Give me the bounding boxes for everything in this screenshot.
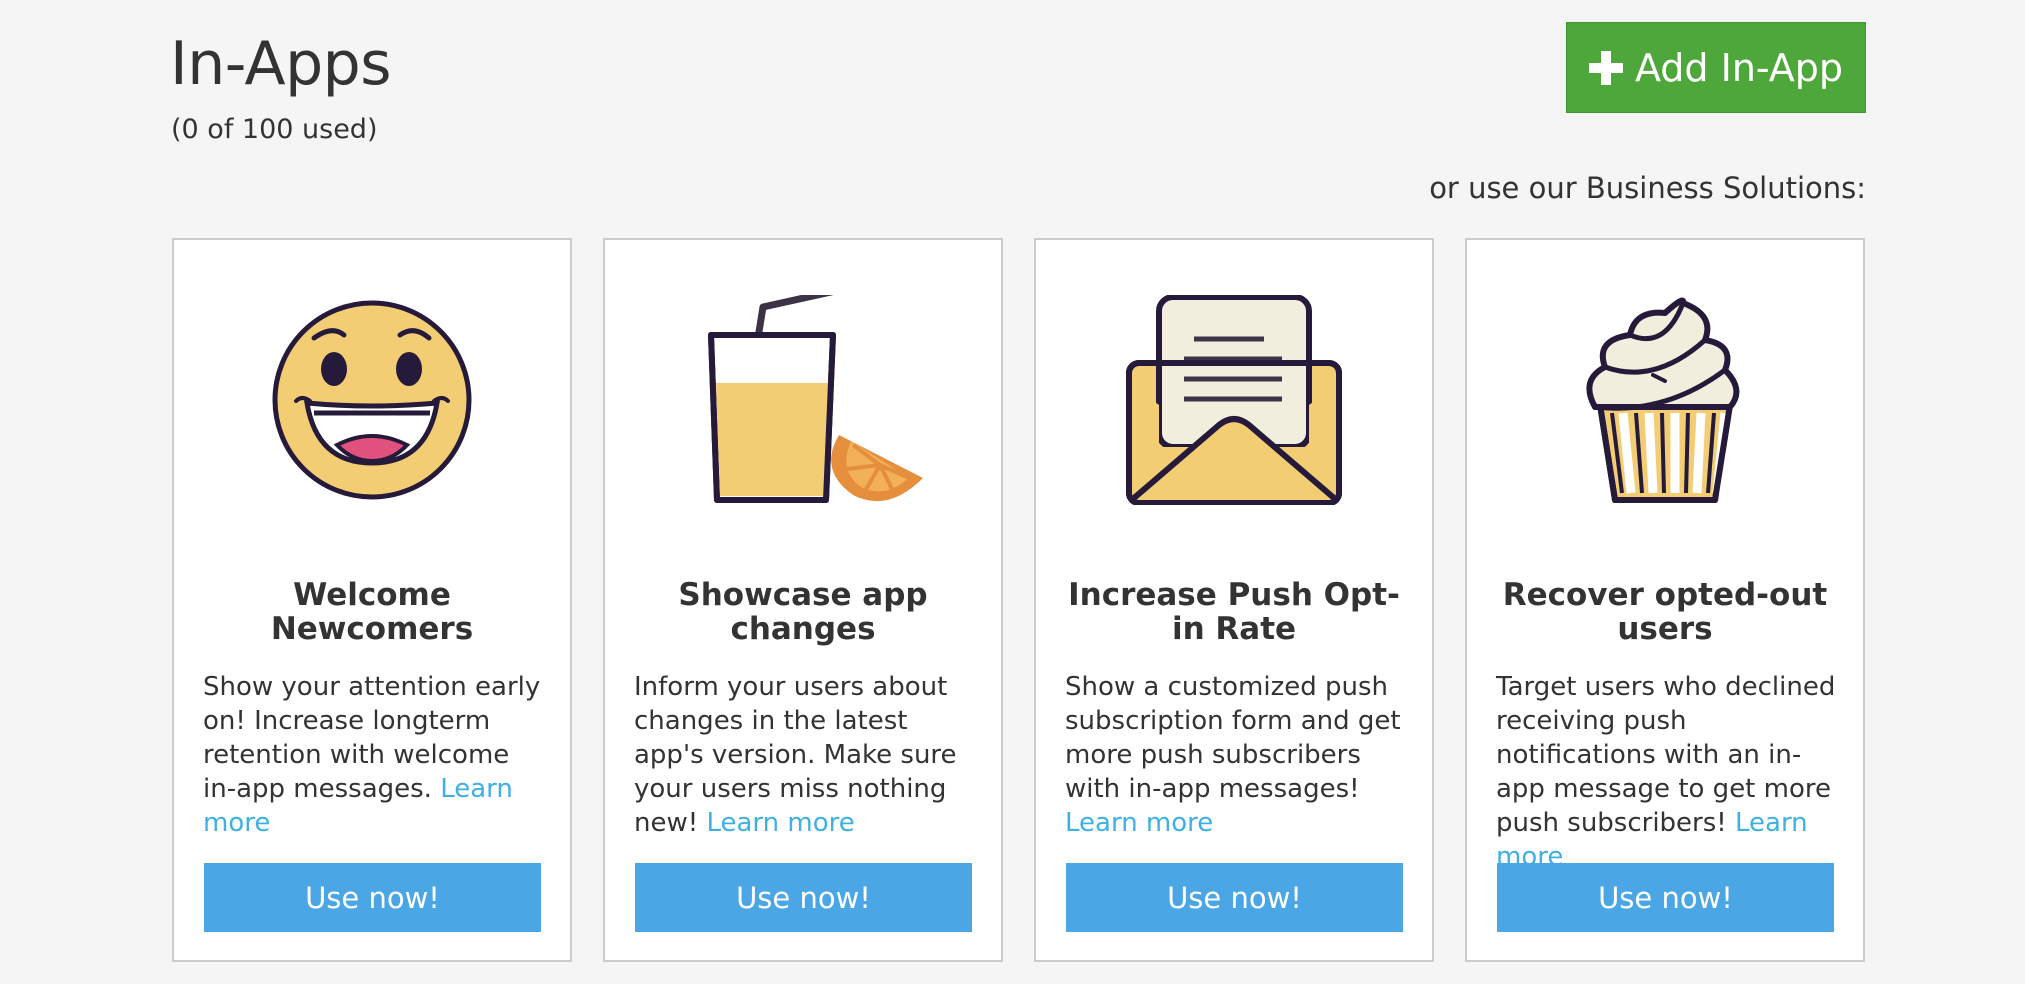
plus-icon [1588,50,1623,85]
card-title: Increase Push Opt-in Rate [1068,577,1400,647]
card-description: Show your attention early on! Increase l… [203,670,544,840]
card-description: Show a customized push subscription form… [1065,670,1406,840]
use-now-button[interactable]: Use now! [1497,863,1834,932]
learn-more-link[interactable]: Learn more [1065,808,1213,838]
card-description: Inform your users about changes in the l… [634,670,975,840]
card-illustration [605,295,1001,505]
solution-card-welcome: Welcome Newcomers Show your attention ea… [172,238,572,962]
business-solutions-cards: Welcome Newcomers Show your attention ea… [172,238,1866,962]
card-illustration [174,295,570,505]
use-now-button[interactable]: Use now! [635,863,972,932]
card-description: Target users who declined receiving push… [1496,670,1837,874]
cupcake-icon [1586,297,1740,503]
page-title: In-Apps [170,29,392,99]
smiley-face-icon [272,300,472,500]
solution-card-push-opt-in: Increase Push Opt-in Rate Show a customi… [1034,238,1434,962]
usage-counter: (0 of 100 used) [171,114,378,145]
card-illustration [1467,295,1863,505]
add-in-app-button[interactable]: Add In-App [1566,22,1866,113]
card-title: Showcase app changes [678,577,928,647]
juice-glass-icon [708,295,923,503]
envelope-letter-icon [1126,295,1342,505]
card-illustration [1036,295,1432,505]
learn-more-link[interactable]: Learn more [706,808,854,838]
card-title: Welcome Newcomers [270,577,474,647]
add-in-app-label: Add In-App [1634,45,1844,90]
business-solutions-label: or use our Business Solutions: [1429,171,1866,205]
card-description-text: Show a customized push subscription form… [1065,672,1401,804]
card-title: Recover opted-out users [1502,577,1828,647]
solution-card-recover-users: Recover opted-out users Target users who… [1465,238,1865,962]
use-now-button[interactable]: Use now! [204,863,541,932]
in-apps-page: In-Apps (0 of 100 used) Add In-App or us… [0,0,2025,984]
solution-card-showcase: Showcase app changes Inform your users a… [603,238,1003,962]
use-now-button[interactable]: Use now! [1066,863,1403,932]
